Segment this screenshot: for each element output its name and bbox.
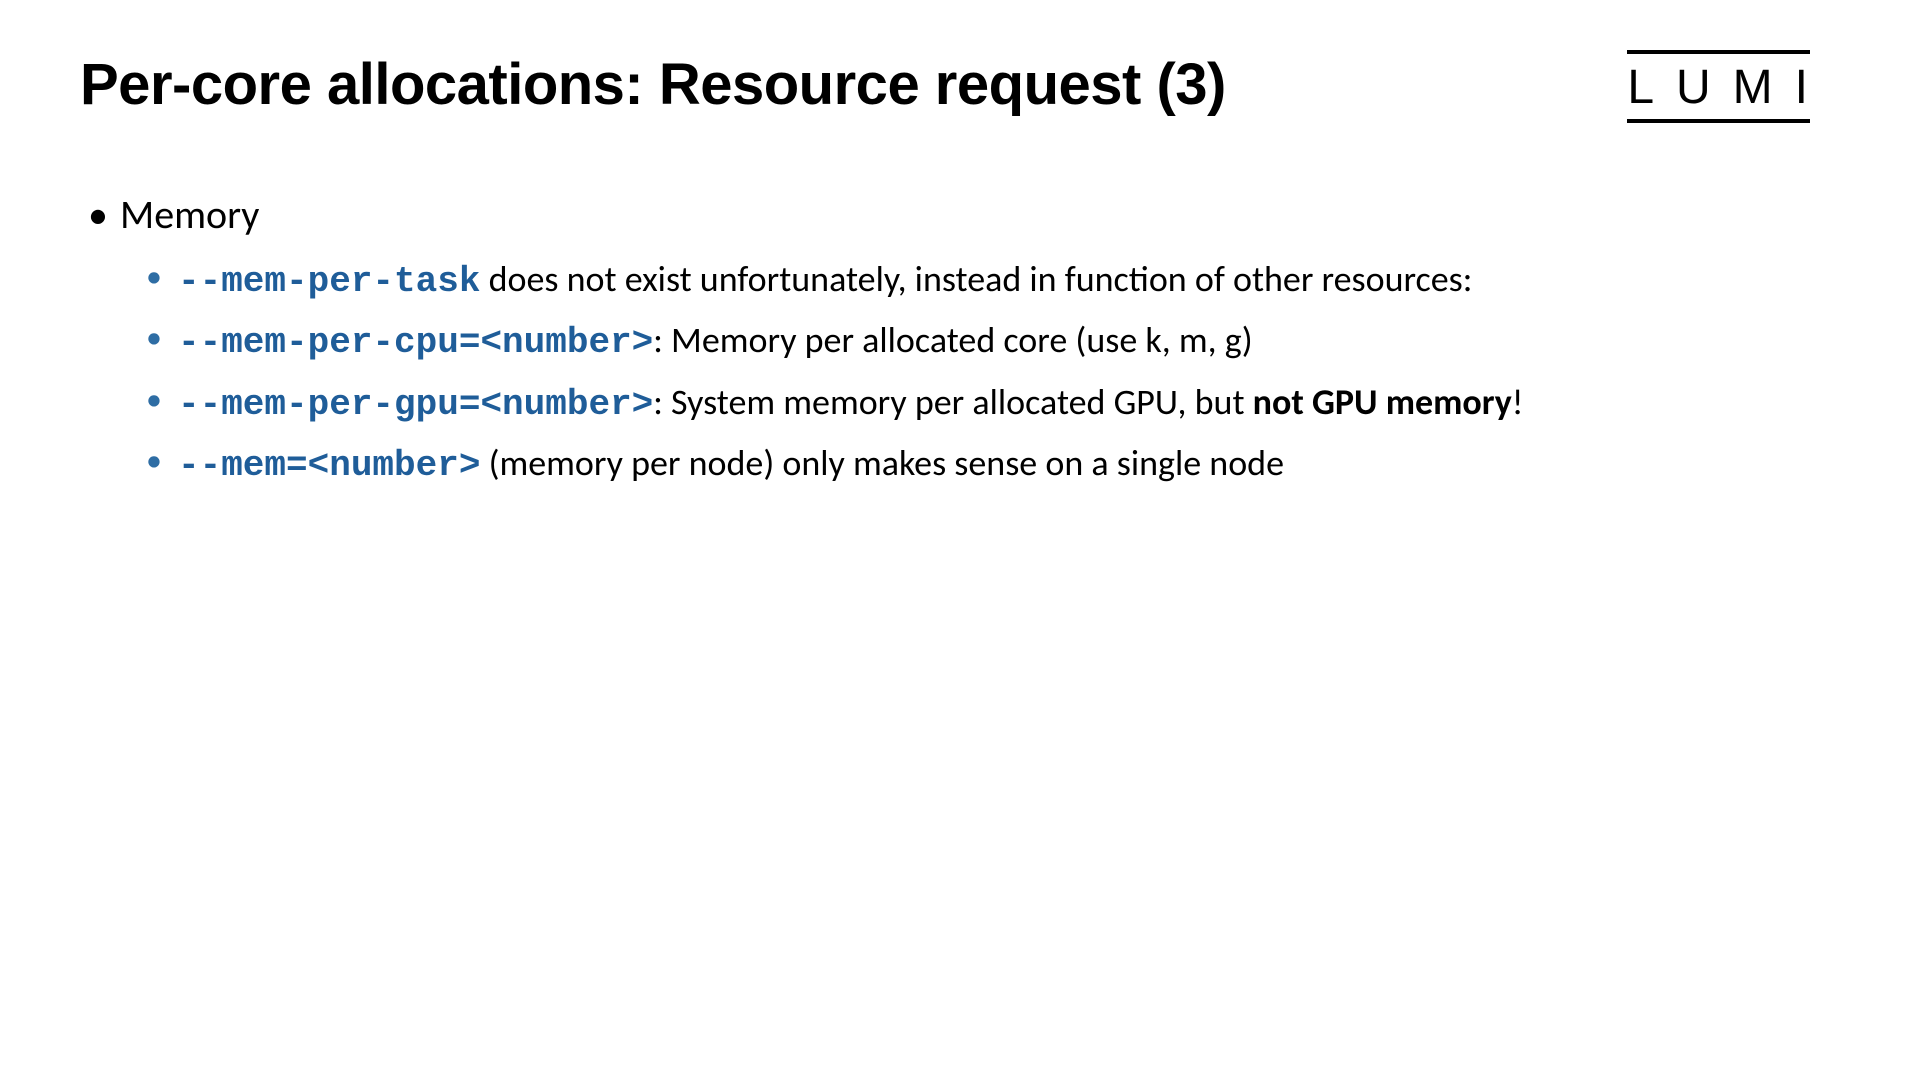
slide-header: Per-core allocations: Resource request (… (80, 50, 1840, 120)
bullet-text: does not exist unfortunately, instead in… (480, 257, 1472, 301)
sub-bullet-list: --mem-per-task does not exist unfortunat… (120, 251, 1840, 495)
code-arg: --mem-per-task (178, 261, 480, 302)
bullet-text: : Memory per allocated core (use k, m, g… (653, 318, 1252, 362)
bullet-tail: ! (1512, 380, 1524, 424)
bold-text: not GPU memory (1253, 380, 1512, 424)
bullet-text: (memory per node) only makes sense on a … (480, 441, 1284, 485)
sub-bullet-item: --mem=<number> (memory per node) only ma… (178, 435, 1840, 495)
lumi-logo: LUMI (1627, 50, 1830, 115)
code-arg: --mem=<number> (178, 445, 480, 486)
sub-bullet-item: --mem-per-gpu=<number>: System memory pe… (178, 374, 1840, 434)
slide-container: Per-core allocations: Resource request (… (0, 0, 1920, 1080)
slide-title: Per-core allocations: Resource request (… (80, 50, 1226, 120)
topic-heading: Memory (120, 190, 1840, 239)
bullet-text: : System memory per allocated GPU, but (653, 380, 1252, 424)
sub-bullet-item: --mem-per-task does not exist unfortunat… (178, 251, 1840, 311)
sub-bullet-item: --mem-per-cpu=<number>: Memory per alloc… (178, 312, 1840, 372)
code-arg: --mem-per-gpu=<number> (178, 384, 653, 425)
slide-content: Memory --mem-per-task does not exist unf… (80, 190, 1840, 495)
code-arg: --mem-per-cpu=<number> (178, 322, 653, 363)
